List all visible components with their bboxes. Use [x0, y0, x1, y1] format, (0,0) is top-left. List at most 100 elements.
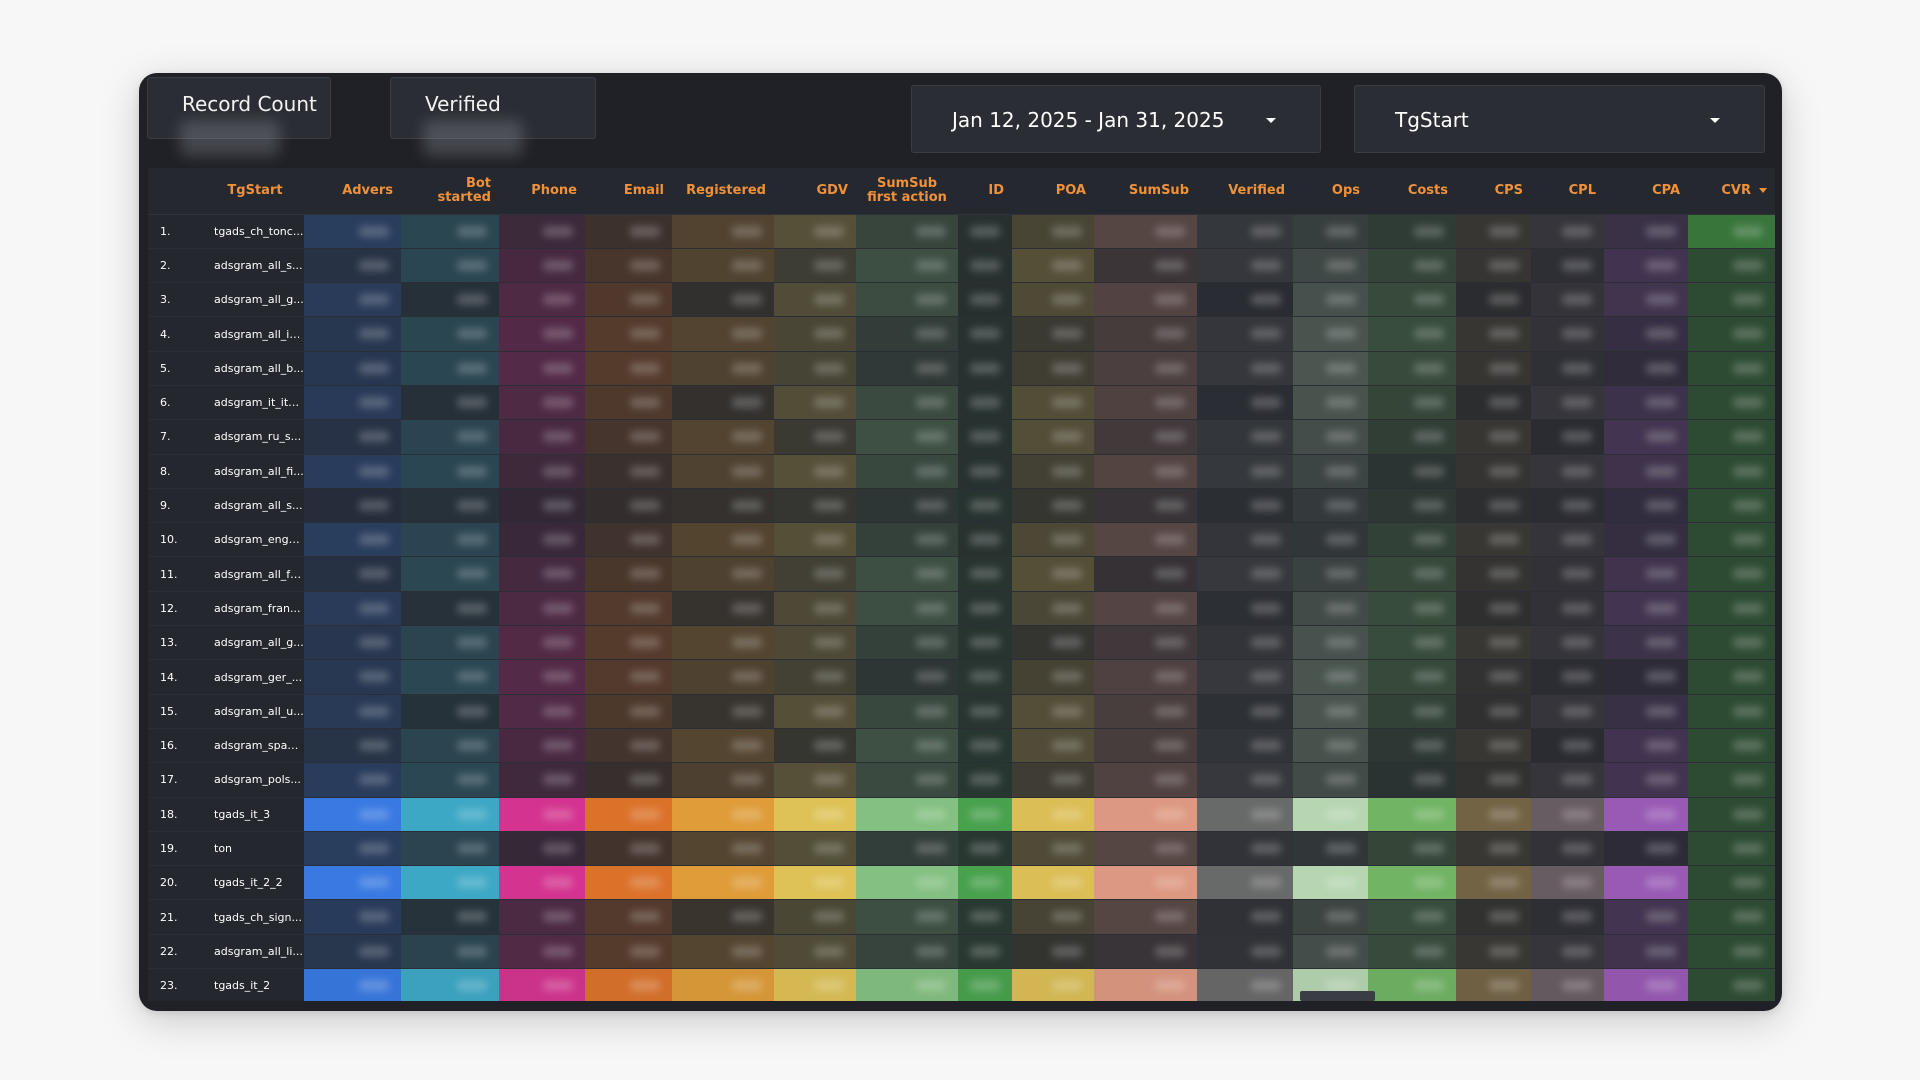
table-row[interactable]: 16. adsgram_span...: [148, 728, 1775, 764]
metric-cell: [1531, 316, 1604, 352]
table-row[interactable]: 20. tgads_it_2_2: [148, 865, 1775, 901]
metric-cell: [1604, 865, 1688, 901]
blurred-value: [630, 534, 660, 546]
row-name[interactable]: adsgram_it_it_...: [206, 385, 304, 421]
table-row[interactable]: 18. tgads_it_3: [148, 797, 1775, 832]
metric-cell: [1456, 556, 1531, 592]
table-row[interactable]: 7. adsgram_ru_s...: [148, 419, 1775, 455]
table-row[interactable]: 4. adsgram_all_it...: [148, 316, 1775, 352]
table-row[interactable]: 5. adsgram_all_b...: [148, 351, 1775, 386]
row-name[interactable]: tgads_it_2_2: [206, 865, 304, 901]
date-range-picker[interactable]: Jan 12, 2025 - Jan 31, 2025: [911, 85, 1321, 153]
table-row[interactable]: 13. adsgram_all_g...: [148, 625, 1775, 661]
blurred-value: [1326, 637, 1356, 649]
row-name[interactable]: adsgram_all_s...: [206, 248, 304, 284]
table-row[interactable]: 6. adsgram_it_it_...: [148, 385, 1775, 421]
table-row[interactable]: 2. adsgram_all_s...: [148, 248, 1775, 284]
header-phone[interactable]: Phone: [499, 168, 585, 215]
table-row[interactable]: 11. adsgram_all_fr...: [148, 556, 1775, 592]
header-email[interactable]: Email: [585, 168, 672, 215]
table-row[interactable]: 8. adsgram_all_fi...: [148, 454, 1775, 489]
header-gdv[interactable]: GDV: [774, 168, 856, 215]
table-row[interactable]: 22. adsgram_all_li...: [148, 934, 1775, 970]
header-registered[interactable]: Registered: [672, 168, 774, 215]
header-ops[interactable]: Ops: [1293, 168, 1368, 215]
row-name[interactable]: adsgram_all_s...: [206, 488, 304, 524]
blurred-value: [1733, 911, 1763, 923]
table-row[interactable]: 12. adsgram_fran...: [148, 591, 1775, 627]
header-id[interactable]: ID: [958, 168, 1012, 215]
table-row[interactable]: 10. adsgram_eng_...: [148, 522, 1775, 558]
header-sumsub[interactable]: SumSub: [1094, 168, 1197, 215]
table-row[interactable]: 15. adsgram_all_u...: [148, 694, 1775, 729]
row-name[interactable]: tgads_ch_tonc...: [206, 214, 304, 249]
source-filter-dropdown[interactable]: TgStart: [1354, 85, 1765, 153]
blurred-value: [457, 431, 487, 443]
table-row[interactable]: 17. adsgram_pols...: [148, 762, 1775, 798]
blurred-value: [543, 945, 573, 957]
header-costs[interactable]: Costs: [1368, 168, 1456, 215]
header-verified[interactable]: Verified: [1197, 168, 1293, 215]
metric-cell: [1293, 865, 1368, 901]
blurred-value: [916, 534, 946, 546]
row-name[interactable]: ton: [206, 831, 304, 867]
row-name[interactable]: adsgram_span...: [206, 728, 304, 764]
blurred-value: [543, 774, 573, 786]
metric-cell: [499, 385, 585, 421]
header-poa[interactable]: POA: [1012, 168, 1094, 215]
row-name[interactable]: adsgram_fran...: [206, 591, 304, 627]
table-row[interactable]: 23. tgads_it_2: [148, 968, 1775, 1001]
row-name[interactable]: adsgram_eng_...: [206, 522, 304, 558]
header-cvr[interactable]: CVR: [1688, 168, 1775, 215]
blurred-value: [359, 396, 389, 408]
blurred-value: [630, 499, 660, 511]
row-name[interactable]: tgads_it_3: [206, 797, 304, 832]
blurred-value: [1733, 808, 1763, 820]
blurred-value: [1414, 980, 1444, 992]
horizontal-scrollbar[interactable]: [1300, 991, 1375, 1001]
metric-cell: [499, 865, 585, 901]
metric-cell: [774, 419, 856, 455]
table-row[interactable]: 3. adsgram_all_g...: [148, 282, 1775, 318]
header-cpa[interactable]: CPA: [1604, 168, 1688, 215]
metric-cell: [1531, 214, 1604, 249]
metric-cell: [401, 762, 499, 798]
table-row[interactable]: 19. ton: [148, 831, 1775, 867]
header-advers[interactable]: Advers: [304, 168, 401, 215]
metric-cell: [401, 316, 499, 352]
table-row[interactable]: 9. adsgram_all_s...: [148, 488, 1775, 524]
row-name[interactable]: tgads_it_2: [206, 968, 304, 1001]
blurred-value: [359, 671, 389, 683]
header-tgstart[interactable]: TgStart: [206, 168, 304, 215]
row-name[interactable]: adsgram_all_fr...: [206, 556, 304, 592]
blurred-value: [732, 465, 762, 477]
blurred-value: [1251, 294, 1281, 306]
row-name[interactable]: adsgram_all_b...: [206, 351, 304, 386]
blurred-value: [1489, 842, 1519, 854]
row-name[interactable]: adsgram_pols...: [206, 762, 304, 798]
row-name[interactable]: tgads_ch_sign...: [206, 899, 304, 935]
row-name[interactable]: adsgram_all_u...: [206, 694, 304, 729]
blurred-value: [1052, 739, 1082, 751]
row-name[interactable]: adsgram_all_g...: [206, 625, 304, 661]
table-row[interactable]: 14. adsgram_ger_...: [148, 659, 1775, 695]
row-name[interactable]: adsgram_all_g...: [206, 282, 304, 318]
row-name[interactable]: adsgram_all_li...: [206, 934, 304, 970]
metric-cell: [856, 454, 958, 489]
row-name[interactable]: adsgram_ru_s...: [206, 419, 304, 455]
row-name[interactable]: adsgram_ger_...: [206, 659, 304, 695]
row-index: 22.: [148, 934, 206, 970]
row-name[interactable]: adsgram_all_fi...: [206, 454, 304, 489]
header-sumsub-first-action[interactable]: SumSub first action: [856, 168, 958, 215]
row-name[interactable]: adsgram_all_it...: [206, 316, 304, 352]
header-bot-started[interactable]: Bot started: [401, 168, 499, 215]
header-cpl[interactable]: CPL: [1531, 168, 1604, 215]
blurred-value: [1052, 842, 1082, 854]
header-cps[interactable]: CPS: [1456, 168, 1531, 215]
metric-cell: [1012, 899, 1094, 935]
metric-cell: [585, 522, 672, 558]
table-row[interactable]: 21. tgads_ch_sign...: [148, 899, 1775, 935]
table-row[interactable]: 1. tgads_ch_tonc...: [148, 214, 1775, 249]
metric-cell: [1012, 728, 1094, 764]
metric-cell: [1094, 522, 1197, 558]
